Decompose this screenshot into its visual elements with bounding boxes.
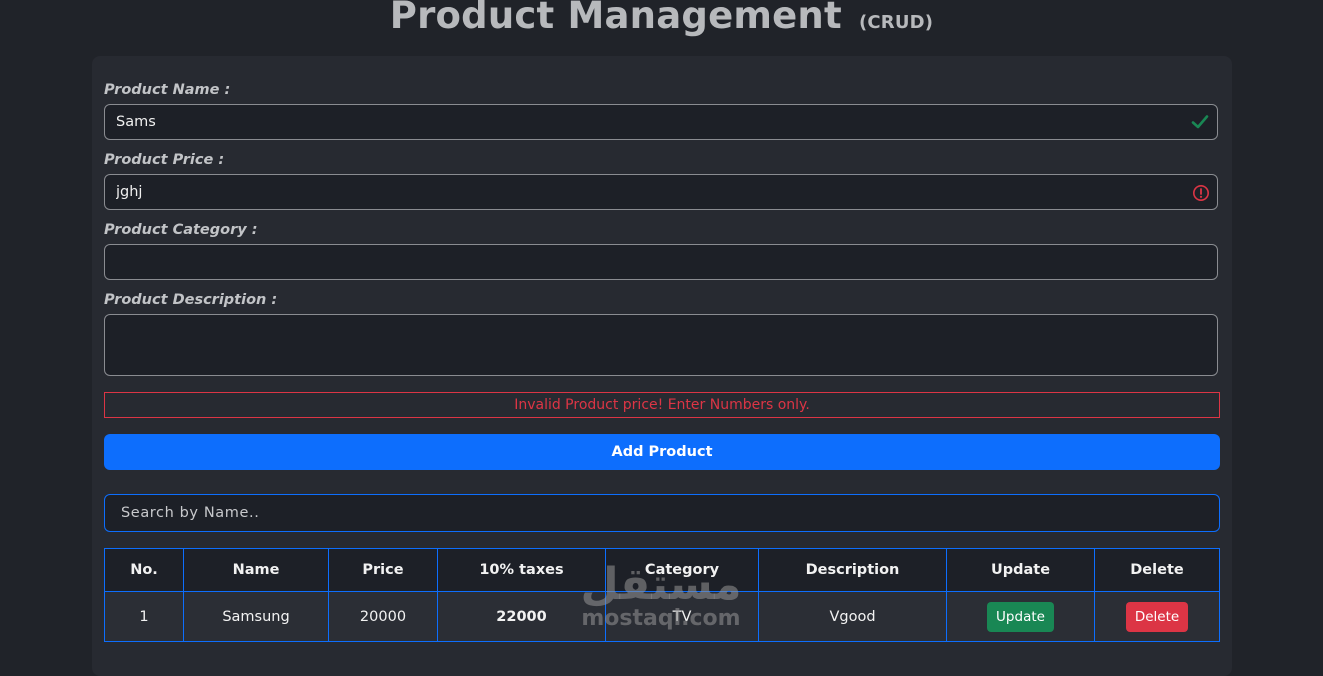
product-price-input[interactable] — [104, 174, 1218, 210]
header-name: Name — [183, 548, 329, 592]
header-no: No. — [104, 548, 184, 592]
header-taxes: 10% taxes — [437, 548, 606, 592]
header-update: Update — [946, 548, 1095, 592]
cell-name: Samsung — [183, 591, 329, 642]
cell-description: Vgood — [758, 591, 947, 642]
header-description: Description — [758, 548, 947, 592]
cell-category: TV — [605, 591, 759, 642]
search-input[interactable] — [104, 494, 1220, 532]
header-category: Category — [605, 548, 759, 592]
delete-button[interactable]: Delete — [1125, 601, 1189, 632]
page-title-text: Product Management — [389, 0, 842, 37]
products-table: No. Name Price 10% taxes Category Descri… — [104, 548, 1220, 642]
header-price: Price — [328, 548, 438, 592]
cell-update: Update — [946, 591, 1095, 642]
add-product-button[interactable]: Add Product — [104, 434, 1220, 470]
page-subtitle: (CRUD) — [858, 12, 934, 33]
cell-no: 1 — [104, 591, 184, 642]
cell-price: 20000 — [328, 591, 438, 642]
product-description-label: Product Description : — [104, 292, 278, 308]
product-description-textarea[interactable] — [104, 314, 1218, 376]
exclamation-circle-icon — [1193, 185, 1209, 201]
check-icon — [1191, 115, 1209, 129]
product-category-label: Product Category : — [104, 222, 258, 238]
cell-delete: Delete — [1094, 591, 1220, 642]
header-delete: Delete — [1094, 548, 1220, 592]
product-price-label: Product Price : — [104, 152, 225, 168]
table-row: 1 Samsung 20000 22000 TV Vgood Update De… — [104, 591, 1220, 642]
product-name-label: Product Name : — [104, 82, 231, 98]
table-header-row: No. Name Price 10% taxes Category Descri… — [104, 548, 1220, 592]
product-category-input[interactable] — [104, 244, 1218, 280]
update-button[interactable]: Update — [987, 601, 1054, 632]
page-title: Product Management (CRUD) — [0, 0, 1323, 37]
price-error-alert: Invalid Product price! Enter Numbers onl… — [104, 392, 1220, 418]
cell-taxes: 22000 — [437, 591, 606, 642]
product-name-input[interactable] — [104, 104, 1218, 140]
